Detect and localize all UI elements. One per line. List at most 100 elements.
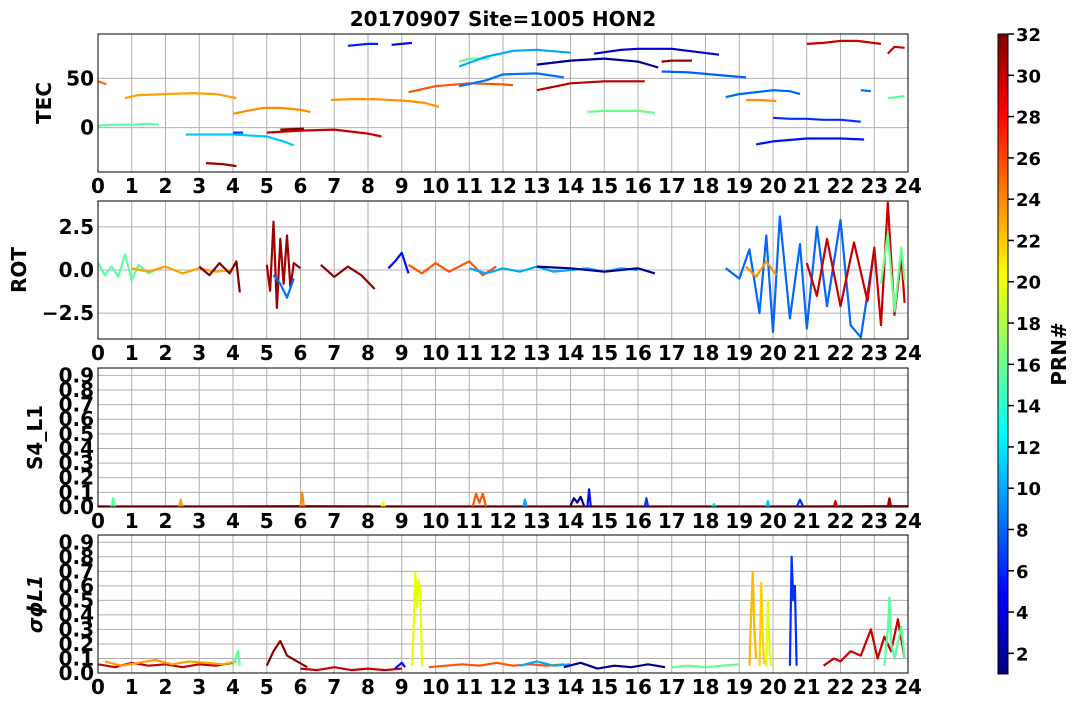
series-prn-30 (265, 220, 302, 309)
grid (97, 368, 909, 508)
series-group (98, 555, 906, 672)
x-tick-label: 24 (894, 509, 922, 533)
x-tick-label: 2 (159, 174, 173, 198)
x-tick-label: 17 (658, 174, 686, 198)
series-prn-3 (563, 661, 666, 670)
x-tick-label: 8 (361, 174, 375, 198)
x-tick-label: 2 (159, 509, 173, 533)
x-tick-label: 15 (590, 341, 618, 365)
colorbar-label: PRN# (1047, 322, 1071, 386)
x-tick-label: 4 (226, 675, 240, 699)
colorbar-tick-label: 32 (1016, 25, 1041, 46)
colorbar-tick-label: 6 (1016, 562, 1029, 583)
x-tick-label: 10 (422, 341, 450, 365)
x-tick-label: 12 (489, 675, 517, 699)
series-prn-6 (347, 42, 379, 47)
colorbar-tick-label: 22 (1016, 231, 1041, 252)
series-prn-31 (280, 127, 304, 131)
x-tick-label: 23 (860, 341, 888, 365)
series-prn-8 (725, 89, 801, 99)
x-tick-label: 21 (793, 675, 821, 699)
y-axis-label: S4_L1 (23, 405, 47, 470)
x-tick-label: 18 (692, 509, 720, 533)
series-prn-3 (536, 57, 659, 69)
grid (97, 535, 909, 674)
x-tick-label: 16 (624, 509, 652, 533)
colorbar-tick-label: 10 (1016, 479, 1041, 500)
series-prn-25 (746, 98, 777, 103)
x-tick-label: 19 (725, 675, 753, 699)
x-tick-label: 13 (523, 174, 551, 198)
x-tick-label: 19 (725, 509, 753, 533)
series-prn-12 (185, 133, 295, 147)
x-tick-label: 13 (523, 509, 551, 533)
series-prn-6 (788, 555, 798, 666)
series-prn-4 (593, 47, 720, 56)
x-tick-label: 9 (395, 174, 409, 198)
x-tick-label: 14 (557, 174, 585, 198)
x-tick-label: 6 (294, 509, 308, 533)
series-prn-8 (725, 215, 876, 339)
x-tick-label: 7 (327, 174, 341, 198)
x-tick-label: 3 (192, 509, 206, 533)
x-tick-label: 22 (827, 675, 855, 699)
series-group (98, 39, 905, 168)
x-tick-label: 21 (793, 174, 821, 198)
grid (97, 201, 909, 339)
series-prn-20 (765, 599, 773, 668)
y-tick-label: −2.5 (42, 301, 94, 325)
y-tick-label: 0.9 (59, 363, 94, 387)
x-tick-label: 5 (260, 341, 274, 365)
colorbar-tick-label: 2 (1016, 644, 1029, 665)
series-prn-6 (772, 116, 861, 123)
series-prn-29 (536, 80, 645, 92)
colorbar-tick-label: 26 (1016, 149, 1041, 170)
x-tick-label: 20 (759, 341, 787, 365)
series-prn-5 (755, 137, 865, 146)
x-tick-label: 21 (793, 341, 821, 365)
x-tick-label: 9 (395, 675, 409, 699)
series-prn-30 (887, 45, 905, 55)
panels: 0 1 2 3 4 5 6 7 8 9 10 11 12 13 14 15 16 17 18 19 20 21 22 23 24… (7, 33, 922, 699)
x-tick-label: 1 (125, 174, 139, 198)
y-tick-label: 0 (80, 116, 94, 140)
y-tick-label: 0.0 (59, 258, 94, 282)
x-tick-label: 11 (455, 675, 483, 699)
series-prn-8 (661, 70, 747, 79)
x-tick-label: 15 (590, 509, 618, 533)
colorbar-tick-label: 24 (1016, 190, 1041, 211)
x-tick-label: 16 (624, 675, 652, 699)
y-axis-label: σϕL1 (23, 575, 47, 633)
series-prn-26 (299, 491, 305, 507)
x-tick-label: 23 (860, 509, 888, 533)
x-tick-label: 8 (361, 675, 375, 699)
x-tick-label: 9 (395, 509, 409, 533)
colorbar-tick-label: 18 (1016, 314, 1041, 335)
y-axis-label: ROT (7, 247, 31, 293)
x-tick-label: 3 (192, 341, 206, 365)
x-tick-label: 18 (692, 341, 720, 365)
colorbar-tick-label: 28 (1016, 108, 1041, 129)
series-prn-22 (758, 581, 766, 666)
x-tick-label: 15 (590, 174, 618, 198)
x-tick-label: 10 (422, 675, 450, 699)
y-tick-label: 2.5 (59, 215, 94, 239)
chart-title: 20170907 Site=1005 HON2 (350, 7, 656, 31)
x-tick-label: 2 (159, 341, 173, 365)
x-tick-label: 24 (894, 174, 922, 198)
x-tick-label: 3 (192, 174, 206, 198)
panel-4: 0 1 2 3 4 5 6 7 8 9 10 11 12 13 14 15 16 17 18 19 20 21 22 23 24… (23, 530, 922, 699)
x-tick-label: 23 (860, 675, 888, 699)
x-tick-label: 7 (327, 675, 341, 699)
series-prn-31 (320, 263, 376, 290)
x-tick-label: 17 (658, 675, 686, 699)
x-tick-label: 7 (327, 509, 341, 533)
x-tick-label: 1 (125, 341, 139, 365)
x-tick-label: 7 (327, 341, 341, 365)
x-tick-label: 22 (827, 174, 855, 198)
x-tick-label: 9 (395, 341, 409, 365)
x-tick-label: 17 (658, 509, 686, 533)
x-tick-label: 2 (159, 675, 173, 699)
colorbar-tick-label: 8 (1016, 520, 1029, 541)
series-prn-16 (587, 109, 656, 114)
